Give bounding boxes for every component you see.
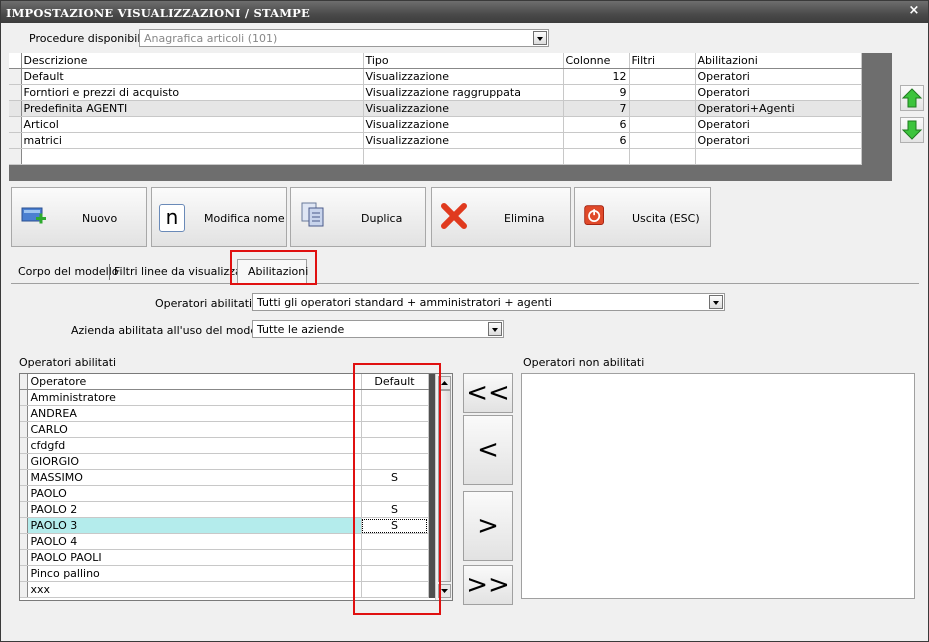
elimina-label: Elimina [504, 212, 545, 225]
table-row[interactable]: Articol Visualizzazione 6 Operatori [9, 116, 862, 133]
nuovo-button[interactable]: Nuovo [11, 187, 147, 247]
window-title: IMPOSTAZIONE VISUALIZZAZIONI / STAMPE [6, 6, 310, 20]
col-descrizione[interactable]: Descrizione [21, 53, 364, 69]
highlight-frame-tab [230, 250, 317, 285]
procedure-select[interactable]: Anagrafica articoli (101) [139, 29, 549, 47]
main-window: IMPOSTAZIONE VISUALIZZAZIONI / STAMPE × … [0, 0, 929, 642]
col-operatore[interactable]: Operatore [27, 374, 362, 390]
col-filtri[interactable]: Filtri [629, 53, 696, 69]
operatori-abilitati-label: Operatori abilitati : [155, 297, 260, 310]
modifica-nome-button[interactable]: n Modifica nome [151, 187, 287, 247]
elimina-button[interactable]: Elimina [431, 187, 571, 247]
views-grid: Descrizione Tipo Colonne Filtri Abilitaz… [9, 53, 862, 165]
table-row-selected[interactable]: Predefinita AGENTI Visualizzazione 7 Operat… [9, 100, 862, 117]
non-abilitati-title: Operatori non abilitati [523, 356, 645, 369]
chevron-down-icon[interactable] [709, 295, 723, 309]
move-up-button[interactable] [900, 85, 924, 111]
close-icon[interactable]: × [907, 4, 921, 18]
move-down-button[interactable] [900, 117, 924, 143]
chevron-down-icon[interactable] [488, 322, 502, 336]
exit-icon [584, 205, 604, 225]
chevron-down-icon[interactable] [533, 31, 547, 45]
azienda-value: Tutte le aziende [257, 323, 345, 336]
move-all-right-button[interactable]: >> [463, 565, 513, 605]
tab-corpo-del-modello[interactable]: Corpo del modello [15, 261, 118, 283]
operatori-abilitati-select[interactable]: Tutti gli operatori standard + amministr… [252, 293, 725, 311]
move-all-left-button[interactable]: << [463, 373, 513, 413]
arrow-up-icon [901, 88, 923, 108]
azienda-label: Azienda abilitata all'uso del modello : [71, 324, 278, 337]
table-row[interactable]: Forntiori e prezzi di acquisto Visualizza… [9, 84, 862, 101]
procedure-value: Anagrafica articoli (101) [144, 32, 278, 45]
table-row-empty[interactable] [9, 148, 862, 165]
move-left-button[interactable]: < [463, 415, 513, 485]
operatori-abilitati-value: Tutti gli operatori standard + amministr… [257, 296, 552, 309]
modifica-label: Modifica nome [204, 212, 285, 225]
views-grid-header: Descrizione Tipo Colonne Filtri Abilitaz… [9, 53, 862, 69]
operatori-abilitati-title: Operatori abilitati [19, 356, 117, 369]
duplica-label: Duplica [361, 212, 403, 225]
tab-divider [11, 283, 919, 284]
uscita-button[interactable]: Uscita (ESC) [574, 187, 711, 247]
col-tipo[interactable]: Tipo [363, 53, 564, 69]
duplica-button[interactable]: Duplica [290, 187, 426, 247]
table-row[interactable]: matrici Visualizzazione 6 Operatori [9, 132, 862, 149]
col-abilitazioni[interactable]: Abilitazioni [695, 53, 862, 69]
new-icon [21, 207, 46, 224]
arrow-down-icon [901, 120, 923, 140]
azienda-select[interactable]: Tutte le aziende [252, 320, 504, 338]
table-row[interactable]: Default Visualizzazione 12 Operatori [9, 68, 862, 85]
col-colonne[interactable]: Colonne [563, 53, 630, 69]
highlight-frame-default [353, 363, 441, 615]
tab-filtri-linee[interactable]: Filtri linee da visualizzare [111, 261, 253, 283]
nuovo-label: Nuovo [82, 212, 118, 225]
uscita-label: Uscita (ESC) [632, 212, 700, 225]
non-abilitati-list[interactable] [521, 373, 915, 599]
delete-icon [441, 203, 467, 229]
move-right-button[interactable]: > [463, 491, 513, 561]
views-grid-panel: Descrizione Tipo Colonne Filtri Abilitaz… [9, 53, 892, 181]
copy-icon [301, 202, 324, 227]
title-bar: IMPOSTAZIONE VISUALIZZAZIONI / STAMPE × [1, 1, 928, 23]
procedure-label: Procedure disponibili : [29, 32, 151, 45]
rename-icon: n [159, 204, 185, 232]
tab-separator [109, 264, 110, 280]
